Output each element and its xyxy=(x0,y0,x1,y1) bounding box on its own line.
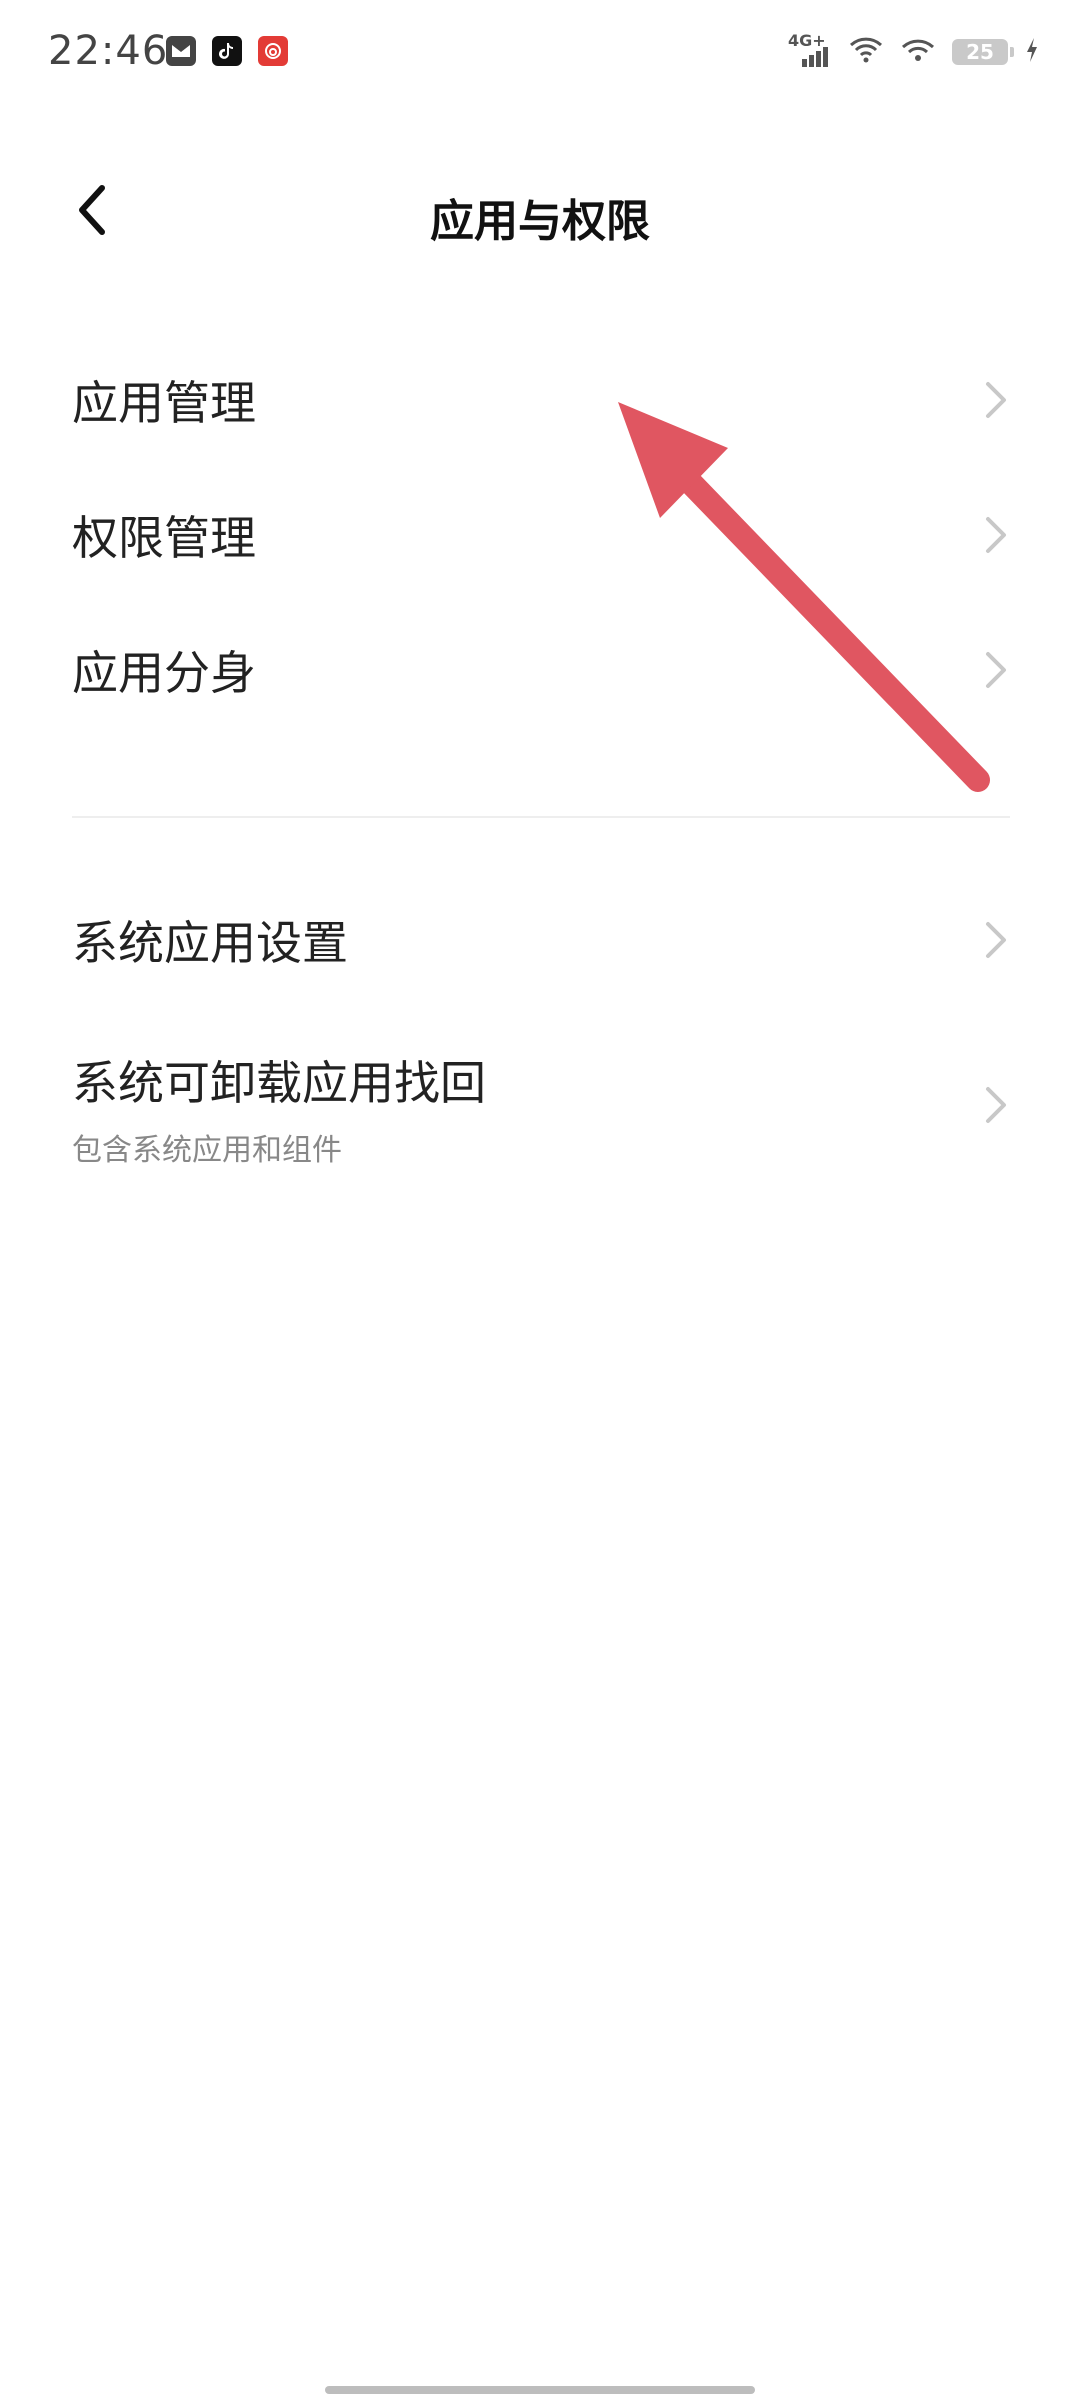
list-item-system-app-settings[interactable]: 系统应用设置 xyxy=(0,880,1080,1000)
hotspot-icon xyxy=(900,35,936,69)
list-item-label: 应用管理 xyxy=(72,376,256,430)
chevron-right-icon xyxy=(986,652,1006,688)
wifi-icon xyxy=(848,35,884,69)
gesture-navigation-bar[interactable] xyxy=(325,2386,755,2394)
list-item-label: 系统可卸载应用找回 xyxy=(72,1056,486,1110)
list-item-system-app-recovery[interactable]: 系统可卸载应用找回 包含系统应用和组件 xyxy=(0,1025,1080,1195)
status-bar: 22:46 4G+ 25 xyxy=(0,0,1080,110)
section-divider xyxy=(72,816,1010,818)
chevron-right-icon xyxy=(986,517,1006,553)
battery-level: 25 xyxy=(966,40,994,64)
list-item-app-management[interactable]: 应用管理 xyxy=(0,340,1080,460)
tiktok-icon xyxy=(212,36,242,66)
chevron-right-icon xyxy=(986,922,1006,958)
chevron-right-icon xyxy=(986,1087,1006,1123)
list-item-subtitle: 包含系统应用和组件 xyxy=(72,1133,342,1168)
list-item-app-twin[interactable]: 应用分身 xyxy=(0,610,1080,730)
signal-icon: 4G+ xyxy=(788,31,832,69)
status-time: 22:46 xyxy=(48,28,169,74)
list-item-label: 系统应用设置 xyxy=(72,916,348,970)
chevron-right-icon xyxy=(986,382,1006,418)
notification-app-icon xyxy=(166,36,196,66)
charging-icon xyxy=(1024,36,1040,68)
list-item-label: 权限管理 xyxy=(72,511,256,565)
netease-music-icon xyxy=(258,36,288,66)
status-icons: 4G+ 25 xyxy=(788,31,1040,72)
list-item-permission-management[interactable]: 权限管理 xyxy=(0,475,1080,595)
battery-icon: 25 xyxy=(952,39,1014,65)
list-item-label: 应用分身 xyxy=(72,646,256,700)
app-header: 应用与权限 xyxy=(0,150,1080,270)
page-title: 应用与权限 xyxy=(430,196,650,247)
